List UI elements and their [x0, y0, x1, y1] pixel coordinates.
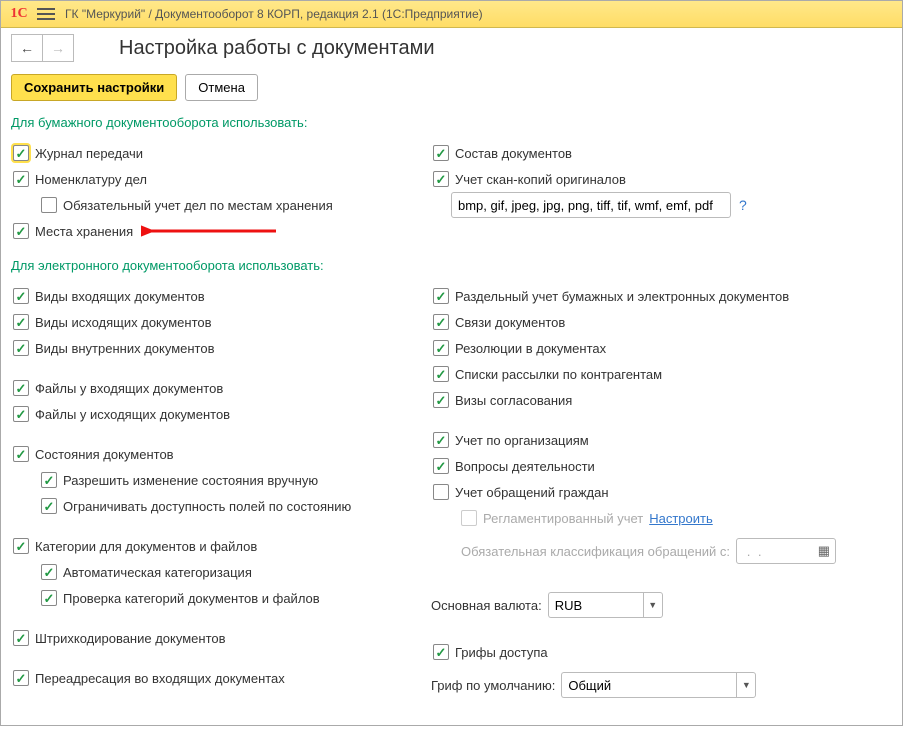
label-categories: Категории для документов и файлов — [35, 539, 257, 554]
page-title: Настройка работы с документами — [119, 37, 435, 60]
label-approval-visas: Визы согласования — [455, 393, 572, 408]
label-default-stamp: Гриф по умолчанию: — [431, 678, 555, 693]
reg-acc-configure-link[interactable]: Настроить — [649, 511, 713, 526]
default-stamp-input[interactable] — [561, 672, 736, 698]
checkbox-split-paper-elec[interactable] — [433, 288, 449, 304]
label-internal-types: Виды внутренних документов — [35, 341, 215, 356]
nav-forward-button[interactable]: → — [43, 34, 74, 62]
label-doc-states: Состояния документов — [35, 447, 174, 462]
checkbox-doc-composition[interactable] — [433, 145, 449, 161]
checkbox-state-restrict[interactable] — [41, 498, 57, 514]
label-nomenclature: Номенклатуру дел — [35, 172, 147, 187]
label-redirect: Переадресация во входящих документах — [35, 671, 285, 686]
checkbox-citizen-appeals[interactable] — [433, 484, 449, 500]
label-files-outgoing: Файлы у исходящих документов — [35, 407, 230, 422]
red-arrow-annotation — [141, 222, 281, 240]
main-currency-input[interactable] — [548, 592, 643, 618]
checkbox-nomenclature[interactable] — [13, 171, 29, 187]
checkbox-approval-visas[interactable] — [433, 392, 449, 408]
label-outgoing-types: Виды исходящих документов — [35, 315, 212, 330]
checkbox-doc-links[interactable] — [433, 314, 449, 330]
label-auto-cat: Автоматическая категоризация — [63, 565, 252, 580]
section-electronic-title: Для электронного документооборота исполь… — [11, 258, 892, 273]
checkbox-categories[interactable] — [13, 538, 29, 554]
label-resolutions: Резолюции в документах — [455, 341, 606, 356]
label-access-stamps: Грифы доступа — [455, 645, 548, 660]
label-reg-acc: Регламентированный учет — [483, 511, 643, 526]
checkbox-redirect[interactable] — [13, 670, 29, 686]
label-storage-places: Места хранения — [35, 224, 133, 239]
title-bar: 1C ГК "Меркурий" / Документооборот 8 КОР… — [1, 1, 902, 28]
label-barcode: Штрихкодирование документов — [35, 631, 226, 646]
cancel-button[interactable]: Отмена — [185, 74, 258, 101]
checkbox-resolutions[interactable] — [433, 340, 449, 356]
checkbox-scan-copies[interactable] — [433, 171, 449, 187]
label-main-currency: Основная валюта: — [431, 598, 542, 613]
label-check-cat: Проверка категорий документов и файлов — [63, 591, 320, 606]
label-citizen-appeals: Учет обращений граждан — [455, 485, 609, 500]
label-doc-links: Связи документов — [455, 315, 565, 330]
checkbox-journal[interactable] — [13, 145, 29, 161]
checkbox-access-stamps[interactable] — [433, 644, 449, 660]
label-state-manual: Разрешить изменение состояния вручную — [63, 473, 318, 488]
checkbox-outgoing-types[interactable] — [13, 314, 29, 330]
checkbox-mailing-lists[interactable] — [433, 366, 449, 382]
label-mandatory-classification: Обязательная классификация обращений с: — [461, 544, 730, 559]
checkbox-mandatory-storage[interactable] — [41, 197, 57, 213]
logo-1c-icon: 1C — [7, 4, 31, 24]
checkbox-barcode[interactable] — [13, 630, 29, 646]
section-paper-title: Для бумажного документооборота использов… — [11, 115, 892, 130]
label-state-restrict: Ограничивать доступность полей по состоя… — [63, 499, 351, 514]
checkbox-internal-types[interactable] — [13, 340, 29, 356]
checkbox-files-incoming[interactable] — [13, 380, 29, 396]
label-split-paper-elec: Раздельный учет бумажных и электронных д… — [455, 289, 789, 304]
label-doc-composition: Состав документов — [455, 146, 572, 161]
checkbox-auto-cat[interactable] — [41, 564, 57, 580]
checkbox-doc-states[interactable] — [13, 446, 29, 462]
label-mailing-lists: Списки рассылки по контрагентам — [455, 367, 662, 382]
checkbox-state-manual[interactable] — [41, 472, 57, 488]
label-mandatory-storage: Обязательный учет дел по местам хранения — [63, 198, 333, 213]
label-files-incoming: Файлы у входящих документов — [35, 381, 223, 396]
checkbox-activity-q[interactable] — [433, 458, 449, 474]
checkbox-reg-acc — [461, 510, 477, 526]
help-icon[interactable]: ? — [739, 197, 747, 213]
menu-icon[interactable] — [37, 5, 55, 23]
main-currency-dropdown-icon[interactable]: ▼ — [643, 592, 663, 618]
nav-back-button[interactable]: ← — [11, 34, 43, 62]
label-activity-q: Вопросы деятельности — [455, 459, 595, 474]
checkbox-incoming-types[interactable] — [13, 288, 29, 304]
formats-input[interactable] — [451, 192, 731, 218]
save-button[interactable]: Сохранить настройки — [11, 74, 177, 101]
calendar-icon[interactable]: ▦ — [818, 543, 830, 559]
checkbox-storage-places[interactable] — [13, 223, 29, 239]
default-stamp-dropdown-icon[interactable]: ▼ — [736, 672, 756, 698]
label-scan-copies: Учет скан-копий оригиналов — [455, 172, 626, 187]
checkbox-files-outgoing[interactable] — [13, 406, 29, 422]
label-by-org: Учет по организациям — [455, 433, 589, 448]
app-title: ГК "Меркурий" / Документооборот 8 КОРП, … — [65, 7, 483, 21]
checkbox-check-cat[interactable] — [41, 590, 57, 606]
label-incoming-types: Виды входящих документов — [35, 289, 205, 304]
checkbox-by-org[interactable] — [433, 432, 449, 448]
label-journal: Журнал передачи — [35, 146, 143, 161]
